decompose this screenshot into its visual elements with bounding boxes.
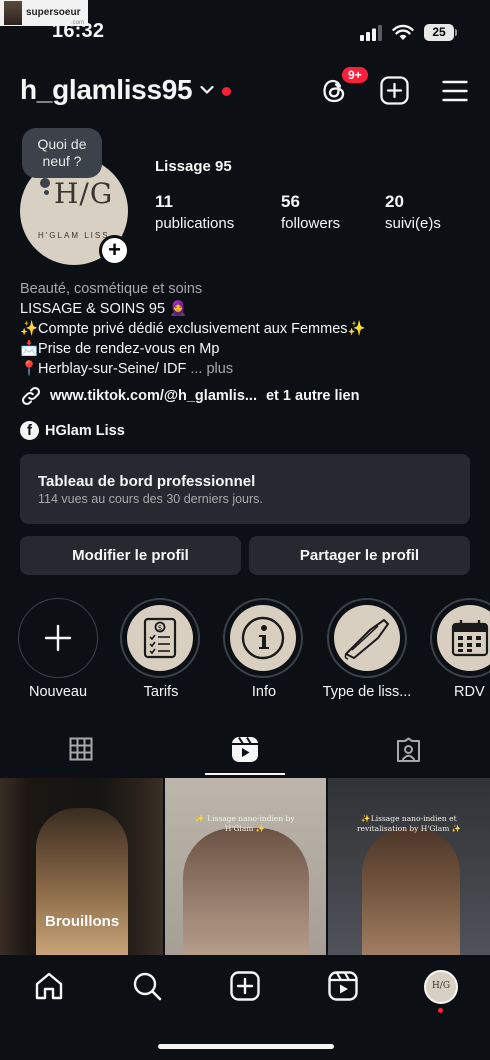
post-reel[interactable]: ✨Lissage nano-indien et revitalisation b… (328, 778, 490, 955)
calendar-icon (451, 620, 489, 657)
watermark-image (4, 1, 22, 25)
note-bubble-tail (40, 178, 50, 188)
stat-label: publications (155, 215, 235, 232)
stat-following[interactable]: 20 suivi(e)s (385, 192, 441, 232)
drafts-post[interactable]: Brouillons (0, 778, 163, 955)
active-tab-indicator (205, 773, 285, 775)
reels-icon[interactable] (231, 736, 259, 763)
bio-line: ✨Compte privé dédié exclusivement aux Fe… (20, 321, 366, 337)
avatar-monogram: H/G (54, 177, 114, 210)
highlight-cover (230, 605, 296, 671)
share-profile-button[interactable]: Partager le profil (249, 536, 470, 575)
note-bubble-tail-small (44, 190, 49, 195)
home-icon[interactable] (34, 971, 64, 1001)
highlight-label: RDV (454, 684, 485, 700)
display-name: Lissage 95 (155, 158, 232, 175)
grid-icon[interactable] (69, 737, 93, 761)
dashboard-title: Tableau de bord professionnel (38, 473, 256, 490)
stat-value: 56 (281, 192, 300, 211)
status-time: 16:32 (52, 20, 105, 42)
profile-notification-dot (438, 1008, 443, 1013)
notifications-badge: 9+ (340, 65, 370, 85)
highlight-cover (437, 605, 490, 671)
battery-tip (455, 29, 457, 36)
hair-straightener-icon (344, 619, 389, 660)
plus-icon (44, 624, 72, 652)
highlight-label: Info (251, 684, 277, 700)
facebook-name[interactable]: HGlam Liss (45, 423, 125, 439)
price-list-icon: $ (143, 617, 177, 659)
highlight-straightener-type[interactable] (327, 598, 407, 678)
link-icon (21, 386, 41, 406)
post-caption: ✨ Lissage nano-indien by H'Glam ✨ (195, 814, 295, 833)
bio-line: LISSAGE & SOINS 95 🧕 (20, 301, 188, 317)
menu-icon[interactable] (442, 80, 468, 102)
highlight-cover (334, 605, 400, 671)
bio-more-link[interactable]: ... plus (190, 361, 233, 377)
wifi-icon (392, 24, 414, 40)
post-thumbnail (183, 828, 309, 955)
highlight-tarifs[interactable]: $ (120, 598, 200, 678)
avatar-subtext: H'GLAM LISS (38, 231, 110, 240)
bio-line: 📍Herblay-sur-Seine/ IDF (20, 361, 187, 377)
add-story-button[interactable]: + (99, 235, 130, 266)
username-switcher[interactable]: h_glamliss95 (20, 74, 193, 106)
reels-nav-icon[interactable] (328, 971, 358, 1001)
highlight-label: Type de liss... (322, 684, 412, 700)
info-icon (241, 616, 285, 660)
stat-value: 11 (155, 192, 173, 211)
svg-text:$: $ (158, 624, 162, 632)
extra-links[interactable]: et 1 autre lien (266, 388, 359, 404)
post-reel[interactable]: ✨ Lissage nano-indien by H'Glam ✨ (165, 778, 326, 955)
dashboard-subtitle: 114 vues au cours des 30 derniers jours. (38, 492, 263, 506)
unread-dot (222, 87, 231, 96)
stat-publications[interactable]: 11 publications (155, 192, 234, 232)
professional-dashboard[interactable]: Tableau de bord professionnel 114 vues a… (20, 454, 470, 524)
chevron-down-icon[interactable] (200, 85, 214, 95)
stat-followers[interactable]: 56 followers (281, 192, 340, 232)
search-icon[interactable] (132, 971, 162, 1001)
tagged-icon[interactable] (395, 737, 422, 763)
note-bubble[interactable]: Quoi de neuf ? (22, 128, 102, 178)
watermark-text: supersoeur (26, 7, 81, 18)
create-post-icon[interactable] (380, 76, 409, 105)
battery-indicator: 25 (424, 24, 454, 41)
facebook-icon: f (20, 421, 39, 440)
profile-category: Beauté, cosmétique et soins (20, 281, 203, 297)
drafts-label: Brouillons (45, 913, 120, 930)
edit-profile-button[interactable]: Modifier le profil (20, 536, 241, 575)
profile-bio: Beauté, cosmétique et soins LISSAGE & SO… (20, 279, 366, 379)
facebook-link-row[interactable]: f HGlam Liss (20, 421, 125, 440)
highlight-new[interactable] (18, 598, 98, 678)
highlight-cover: $ (127, 605, 193, 671)
profile-tab-avatar[interactable]: H/G (424, 970, 458, 1004)
post-thumbnail (362, 828, 460, 955)
stat-value: 20 (385, 192, 404, 211)
highlight-rdv[interactable] (430, 598, 490, 678)
cellular-signal-icon (360, 25, 382, 41)
highlight-label: Tarifs (143, 684, 179, 700)
profile-link[interactable]: www.tiktok.com/@h_glamlis... (50, 388, 257, 404)
create-icon[interactable] (230, 971, 260, 1001)
post-caption: ✨Lissage nano-indien et revitalisation b… (356, 814, 462, 833)
stat-label: followers (281, 215, 341, 232)
stat-label: suivi(e)s (385, 215, 441, 232)
bio-line: 📩Prise de rendez-vous en Mp (20, 341, 220, 357)
home-indicator[interactable] (158, 1044, 334, 1049)
profile-link-row[interactable]: www.tiktok.com/@h_glamlis... et 1 autre … (20, 385, 359, 407)
highlight-label: Nouveau (28, 684, 88, 700)
post-thumbnail (36, 808, 128, 955)
highlight-info[interactable] (223, 598, 303, 678)
